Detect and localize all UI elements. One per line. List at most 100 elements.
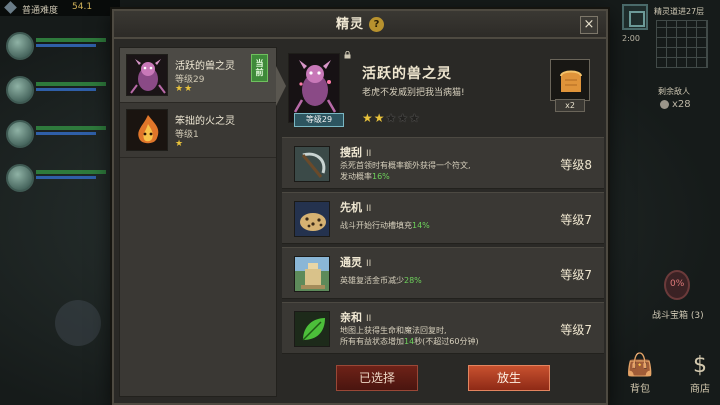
spirit-stars: ★★ bbox=[175, 84, 194, 94]
bag-icon: 👜 bbox=[626, 353, 654, 378]
fire-spirit-thumbnail bbox=[126, 109, 168, 151]
skill-name: 搜刮 II bbox=[340, 144, 371, 160]
skill-title: 搜刮 bbox=[340, 146, 362, 159]
release-button[interactable]: 放生 bbox=[468, 365, 550, 391]
spirit-name: 笨拙的火之灵 bbox=[175, 116, 235, 127]
detail-spirit-name: 活跃的兽之灵 bbox=[362, 66, 452, 82]
selected-button[interactable]: 已选择 bbox=[336, 365, 418, 391]
party-member[interactable] bbox=[0, 26, 110, 66]
gold-amount: 54.1 bbox=[72, 2, 93, 12]
empty-stars: ★★★ bbox=[385, 111, 421, 125]
food-item-slot[interactable] bbox=[550, 59, 590, 101]
enemies-remaining-label: 剩余敌人 bbox=[658, 87, 690, 96]
detail-spirit-description: 老虎不发威别把我当病猫! bbox=[362, 88, 465, 98]
bag-button[interactable]: 👜 背包 bbox=[620, 352, 660, 402]
spirit-detail-header: 等级29 活跃的兽之灵 老虎不发威别把我当病猫! ★★★★★ x2 bbox=[282, 47, 604, 133]
skill-row[interactable]: 亲和 II 地图上获得生命和魔法回复时, 所有有益状态增加14秒(不超过60分钟) … bbox=[282, 302, 604, 354]
enemies-remaining-count: x28 bbox=[672, 99, 691, 110]
shop-button[interactable]: $ 商店 bbox=[680, 352, 720, 402]
battle-chest-label: 战斗宝箱 (3) bbox=[652, 311, 704, 321]
skill-rank: II bbox=[366, 204, 372, 214]
hp-bar bbox=[36, 170, 106, 174]
skill-value: 16% bbox=[372, 172, 390, 181]
spirit-dialog: 精灵? × 活跃的兽之灵 等级29 ★★ 当前 笨拙的火之灵 等级1 ★ 等级2… bbox=[112, 9, 608, 405]
skill-level: 等级8 bbox=[560, 158, 592, 172]
battle-chest-button[interactable]: 0% bbox=[664, 270, 690, 300]
difficulty-icon bbox=[4, 1, 17, 14]
help-icon[interactable]: ? bbox=[369, 17, 384, 32]
spirit-detail: 等级29 活跃的兽之灵 老虎不发威别把我当病猫! ★★★★★ x2 搜刮 II 杀… bbox=[282, 47, 604, 397]
mp-bar bbox=[36, 88, 96, 91]
skill-desc-line: 战斗开始行动槽填充 bbox=[340, 221, 412, 230]
timer: 2:00 bbox=[622, 34, 640, 43]
leaf-icon bbox=[294, 311, 330, 347]
party-panel bbox=[0, 26, 110, 202]
lock-icon bbox=[344, 51, 351, 59]
altar-icon bbox=[294, 256, 330, 292]
skill-description: 杀死首领时有概率额外获得一个符文, 发动概率16% bbox=[340, 160, 540, 182]
detail-star-rating: ★★★★★ bbox=[362, 111, 421, 125]
skill-desc-line1: 杀死首领时有概率额外获得一个符文, bbox=[340, 161, 471, 170]
skill-row[interactable]: 搜刮 II 杀死首领时有概率额外获得一个符文, 发动概率16% 等级8 bbox=[282, 137, 604, 189]
skill-rank: II bbox=[366, 149, 372, 159]
spirit-list-item[interactable]: 笨拙的火之灵 等级1 ★ bbox=[120, 103, 276, 158]
spirit-stars: ★ bbox=[175, 139, 185, 149]
food-item-count: x2 bbox=[555, 99, 585, 112]
skill-name: 先机 II bbox=[340, 199, 371, 215]
skill-title: 亲和 bbox=[340, 311, 362, 324]
skill-level: 等级7 bbox=[560, 323, 592, 337]
skill-row[interactable]: 先机 II 战斗开始行动槽填充14% 等级7 bbox=[282, 192, 604, 244]
skill-desc-line2: 发动概率 bbox=[340, 172, 372, 181]
equipped-badge: 当前 bbox=[251, 54, 268, 82]
skill-desc-line2: 所有有益状态增加 bbox=[340, 337, 404, 346]
hero-portrait bbox=[6, 164, 34, 192]
spirit-name: 活跃的兽之灵 bbox=[175, 61, 235, 72]
skill-title: 通灵 bbox=[340, 256, 362, 269]
difficulty-label: 普通难度 bbox=[22, 6, 59, 16]
skill-desc-line: 英雄复活金币减少 bbox=[340, 276, 404, 285]
skill-value: 28% bbox=[404, 276, 422, 285]
hp-bar bbox=[36, 38, 106, 42]
scythe-icon bbox=[294, 146, 330, 182]
bread-icon bbox=[560, 70, 582, 92]
right-hud: 2:00 精灵道进27层 剩余敌人 x28 0% 战斗宝箱 (3) 👜 背包 $ 商… bbox=[618, 0, 720, 405]
skill-level: 等级7 bbox=[560, 268, 592, 282]
dialog-title: 精灵 bbox=[335, 17, 364, 32]
skill-description: 英雄复活金币减少28% bbox=[340, 275, 540, 286]
skill-desc-line1: 地图上获得生命和魔法回复时, bbox=[340, 326, 447, 335]
skill-description: 战斗开始行动槽填充14% bbox=[340, 220, 540, 231]
skill-description: 地图上获得生命和魔法回复时, 所有有益状态增加14秒(不超过60分钟) bbox=[340, 325, 540, 347]
skill-value: 14 bbox=[404, 337, 415, 346]
shop-label: 商店 bbox=[690, 384, 710, 395]
skill-list: 搜刮 II 杀死首领时有概率额外获得一个符文, 发动概率16% 等级8 先机 II 战… bbox=[282, 137, 604, 357]
skill-name: 通灵 II bbox=[340, 254, 371, 270]
party-member[interactable] bbox=[0, 70, 110, 110]
difficulty-bar: 普通难度 54.1 bbox=[0, 0, 120, 16]
mp-bar bbox=[36, 132, 96, 135]
hero-portrait bbox=[6, 76, 34, 104]
mp-bar bbox=[36, 176, 96, 179]
spirit-level-badge: 等级29 bbox=[294, 113, 344, 127]
hero-portrait bbox=[6, 120, 34, 148]
virtual-joystick[interactable] bbox=[55, 300, 101, 346]
dialog-header: 精灵? × bbox=[114, 11, 606, 39]
party-member[interactable] bbox=[0, 158, 110, 198]
map-icon[interactable] bbox=[622, 4, 648, 30]
spirit-list-item[interactable]: 活跃的兽之灵 等级29 ★★ 当前 bbox=[120, 48, 286, 106]
skill-level: 等级7 bbox=[560, 213, 592, 227]
mp-bar bbox=[36, 44, 96, 47]
bag-label: 背包 bbox=[630, 384, 650, 395]
skull-icon bbox=[660, 100, 669, 109]
skill-value: 14% bbox=[412, 221, 430, 230]
dollar-icon: $ bbox=[693, 353, 707, 378]
skill-name: 亲和 II bbox=[340, 309, 371, 325]
hero-portrait bbox=[6, 32, 34, 60]
skill-row[interactable]: 通灵 II 英雄复活金币减少28% 等级7 bbox=[282, 247, 604, 299]
close-button[interactable]: × bbox=[580, 16, 598, 34]
minimap[interactable] bbox=[656, 20, 708, 68]
filled-stars: ★★ bbox=[362, 111, 386, 125]
party-member[interactable] bbox=[0, 114, 110, 154]
spirit-list: 活跃的兽之灵 等级29 ★★ 当前 笨拙的火之灵 等级1 ★ bbox=[119, 47, 286, 397]
chest-progress: 0% bbox=[670, 279, 685, 289]
hp-bar bbox=[36, 82, 106, 86]
